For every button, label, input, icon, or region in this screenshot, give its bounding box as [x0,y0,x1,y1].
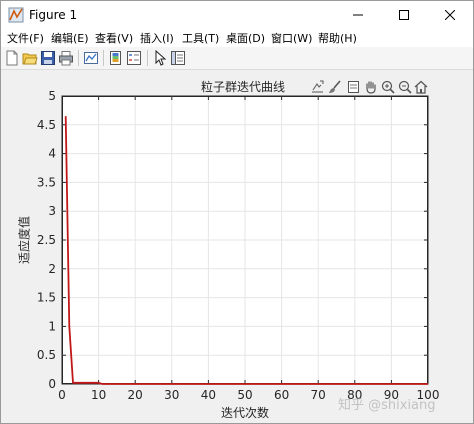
x-axis-label: 迭代次数 [220,406,270,420]
close-button[interactable] [427,1,473,29]
open-file-icon[interactable] [22,50,38,66]
menu-tools[interactable]: 工具(T) [182,30,219,46]
menu-insert[interactable]: 插入(I) [140,30,174,46]
matlab-figure-icon [8,7,24,23]
menu-file[interactable]: 文件(F) [7,30,44,46]
datatip-icon[interactable] [346,80,360,94]
menu-edit[interactable]: 编辑(E) [51,30,89,46]
y-axis-label: 适应度值 [17,215,32,265]
zoom-in-icon[interactable] [381,80,395,94]
watermark-text: 知乎 @shixiang [338,398,436,413]
brush-icon[interactable] [328,80,342,94]
menu-help[interactable]: 帮助(H) [318,30,357,46]
toolbar-separator [103,50,104,66]
axes-background [62,96,428,384]
home-restore-icon[interactable] [414,80,428,94]
title-bar: Figure 1 [1,1,473,29]
edit-plot-cursor-icon[interactable] [152,50,168,66]
minimize-button[interactable] [335,1,381,29]
pan-hand-icon[interactable] [364,80,378,94]
chart-title: 粒子群迭代曲线 [201,80,286,94]
maximize-button[interactable] [381,1,427,29]
toolbar-separator [147,50,148,66]
menu-view[interactable]: 查看(V) [95,30,133,46]
toolbar-separator [78,50,79,66]
link-plot-icon[interactable] [83,50,99,66]
menu-bar: 文件(F) 编辑(E) 查看(V) 插入(I) 工具(T) 桌面(D) 窗口(W… [1,29,473,47]
insert-colorbar-icon[interactable] [108,50,124,66]
menu-desktop[interactable]: 桌面(D) [226,30,265,46]
export-icon[interactable] [311,80,325,94]
window-title: Figure 1 [29,8,78,22]
insert-legend-icon[interactable] [126,50,142,66]
zoom-out-icon[interactable] [398,80,412,94]
print-icon[interactable] [58,50,74,66]
maximize-icon [399,10,409,20]
new-figure-icon[interactable] [4,50,20,66]
figure-toolbar [1,47,473,70]
save-icon[interactable] [40,50,56,66]
close-icon [445,10,455,20]
minimize-icon [353,14,363,16]
menu-window[interactable]: 窗口(W) [271,30,312,46]
property-inspector-icon[interactable] [170,50,186,66]
